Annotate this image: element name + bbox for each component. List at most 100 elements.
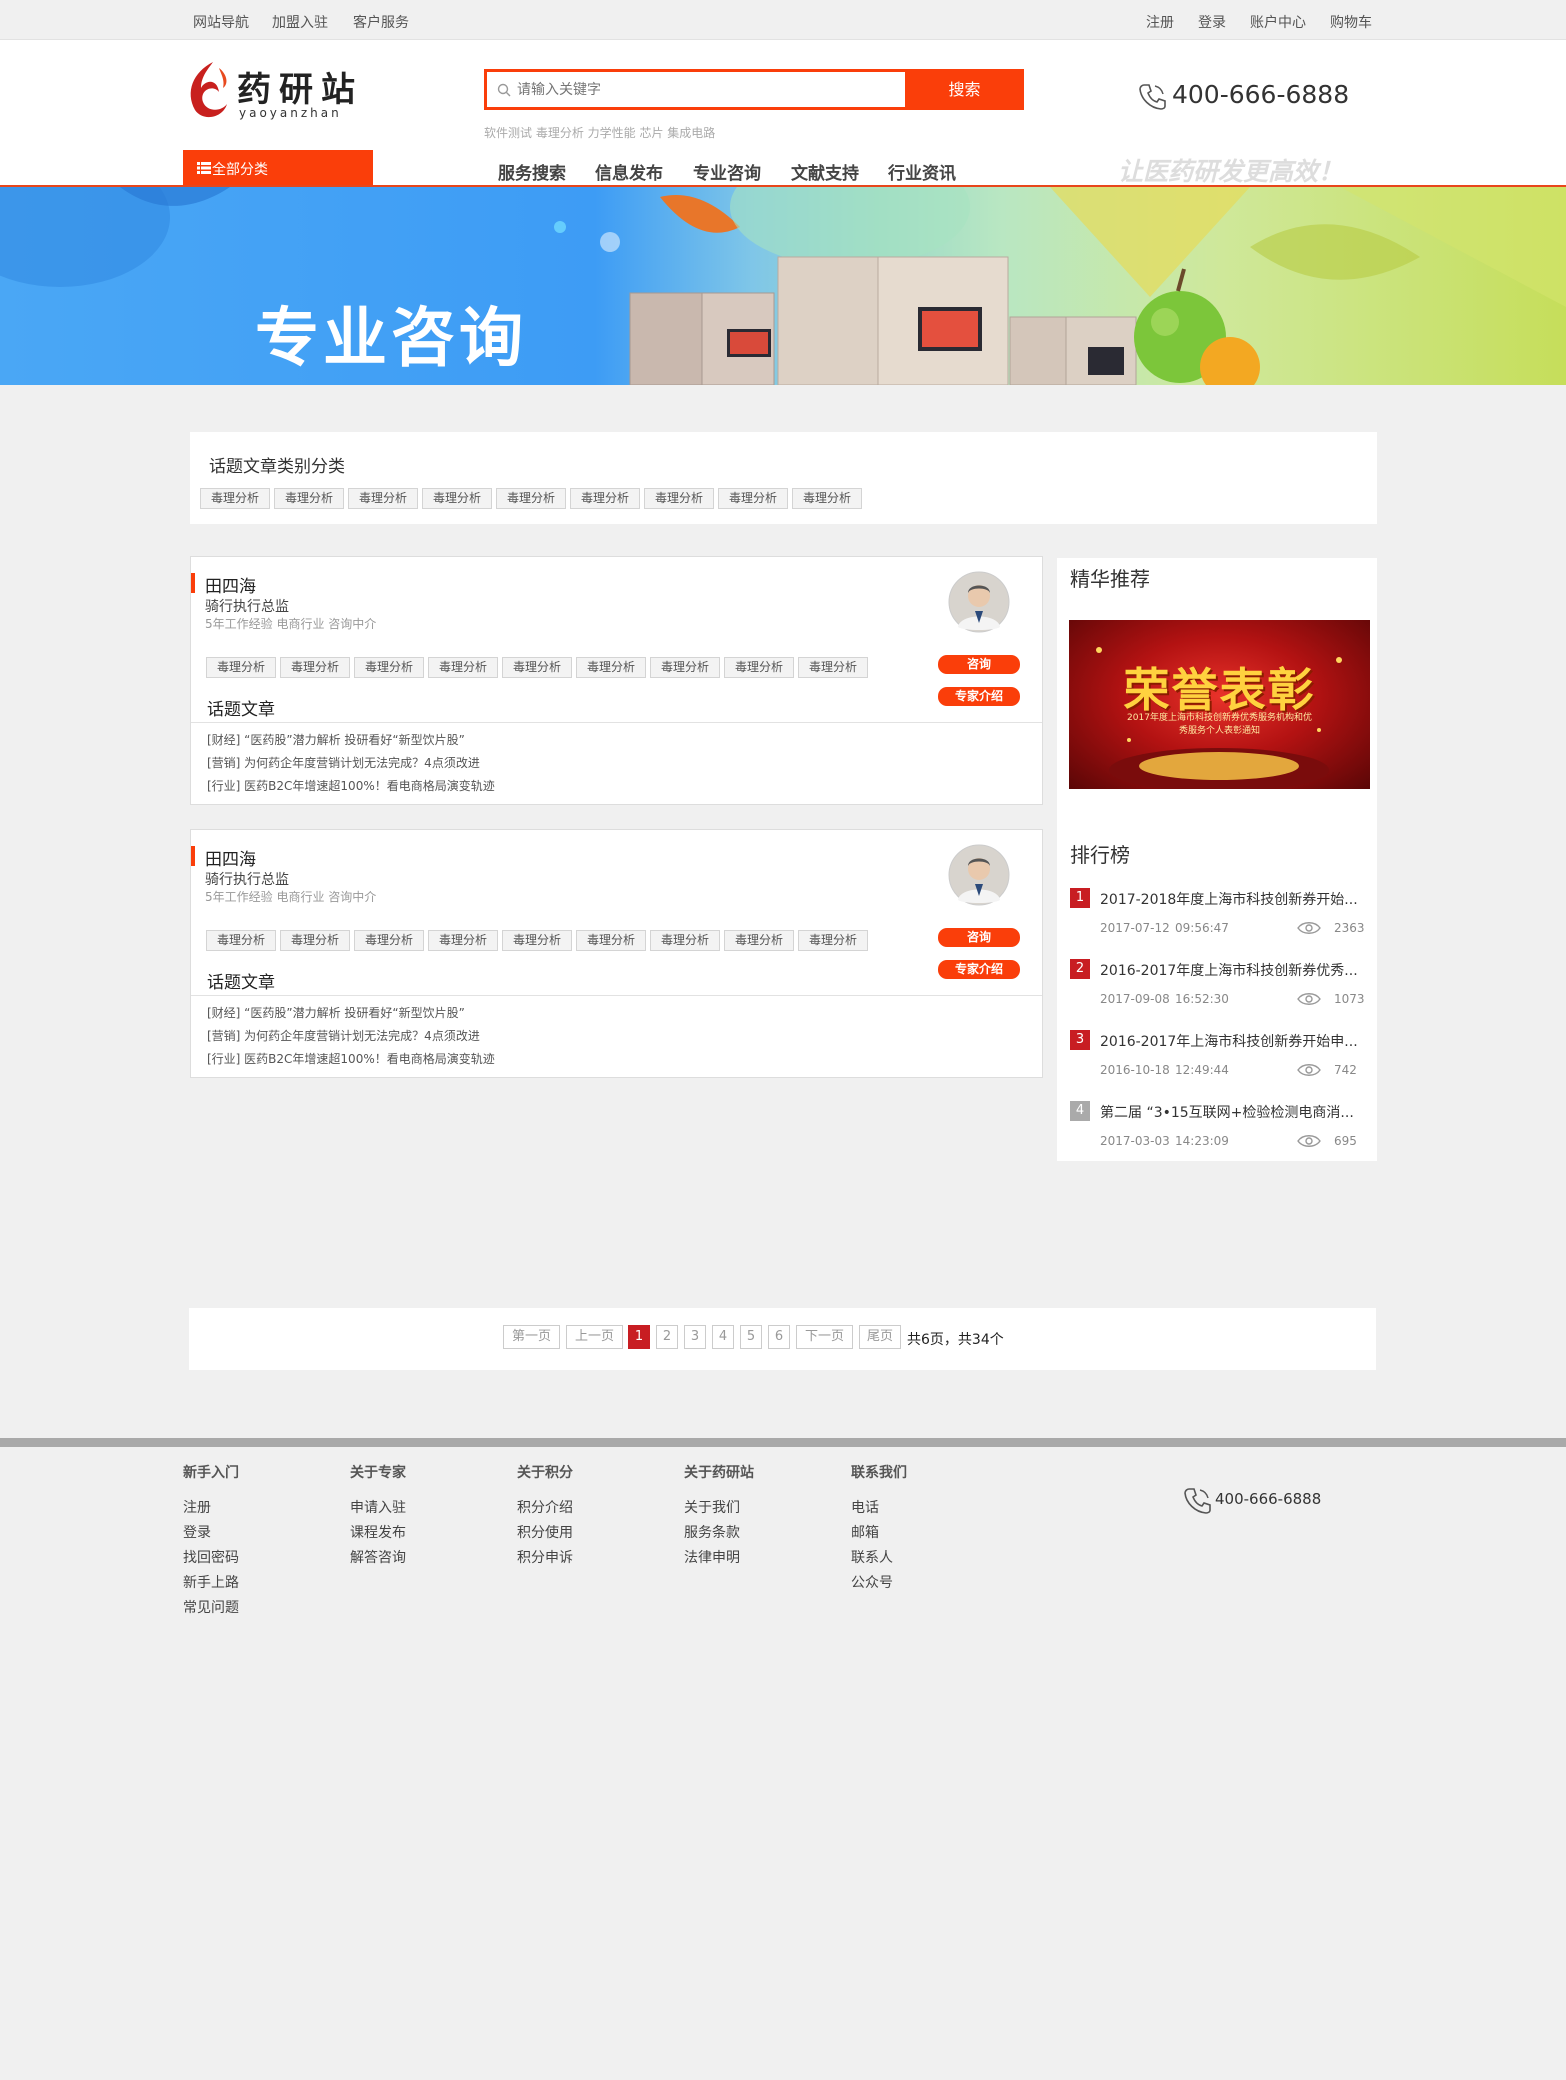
expert-tag[interactable]: 毒理分析	[354, 930, 424, 951]
category-tag[interactable]: 毒理分析	[718, 488, 788, 509]
expert-tag[interactable]: 毒理分析	[354, 657, 424, 678]
footer-link[interactable]: 联系人	[851, 1547, 893, 1567]
footer-link[interactable]: 积分使用	[517, 1522, 573, 1542]
article-link[interactable]: [营销] 为何药企年度营销计划无法完成？4点须改进	[207, 1027, 480, 1044]
all-categories-button[interactable]: 全部分类	[183, 150, 373, 186]
site-nav-link[interactable]: 网站导航	[193, 12, 249, 32]
footer-link[interactable]: 法律申明	[684, 1547, 740, 1567]
category-tag[interactable]: 毒理分析	[200, 488, 270, 509]
footer-link[interactable]: 积分申诉	[517, 1547, 573, 1567]
expert-tag[interactable]: 毒理分析	[724, 657, 794, 678]
ranking-item[interactable]: 2 2016-2017年度上海市科技创新券优秀... 2017-09-08 16:52…	[1057, 959, 1377, 1019]
footer-link[interactable]: 注册	[183, 1497, 211, 1517]
ranking-item[interactable]: 4 第二届 “3•15互联网+检验检测电商消... 2017-03-03 14:23:…	[1057, 1101, 1377, 1161]
expert-tag[interactable]: 毒理分析	[798, 657, 868, 678]
category-tag[interactable]: 毒理分析	[570, 488, 640, 509]
account-center-link[interactable]: 账户中心	[1250, 12, 1306, 32]
expert-intro-button[interactable]: 专家介绍	[938, 960, 1020, 979]
footer-link[interactable]: 积分介绍	[517, 1497, 573, 1517]
article-link[interactable]: [行业] 医药B2C年增速超100%！看电商格局演变轨迹	[207, 1050, 495, 1067]
category-tag[interactable]: 毒理分析	[422, 488, 492, 509]
featured-banner[interactable]: 荣誉表彰 2017年度上海市科技创新券优秀服务机构和优秀服务个人表彰通知	[1069, 620, 1370, 789]
search-button[interactable]: 搜索	[905, 69, 1024, 110]
footer-link[interactable]: 解答咨询	[350, 1547, 406, 1567]
nav-info-publish[interactable]: 信息发布	[595, 159, 663, 184]
expert-avatar[interactable]	[948, 571, 1010, 633]
nav-literature[interactable]: 文献支持	[791, 159, 859, 184]
expert-tag[interactable]: 毒理分析	[650, 657, 720, 678]
footer-link[interactable]: 关于我们	[684, 1497, 740, 1517]
login-link[interactable]: 登录	[1198, 12, 1226, 32]
footer-link[interactable]: 申请入驻	[350, 1497, 406, 1517]
expert-tag[interactable]: 毒理分析	[650, 930, 720, 951]
customer-service-link[interactable]: 客户服务	[353, 12, 409, 32]
expert-tag[interactable]: 毒理分析	[280, 657, 350, 678]
page-number[interactable]: 2	[656, 1325, 678, 1349]
category-tag[interactable]: 毒理分析	[644, 488, 714, 509]
nav-industry-news[interactable]: 行业资讯	[888, 159, 956, 184]
all-categories-label: 全部分类	[212, 162, 268, 178]
article-link[interactable]: [财经] “医药股”潜力解析 投研看好“新型饮片股”	[207, 1004, 465, 1021]
ranking-title-link[interactable]: 第二届 “3•15互联网+检验检测电商消...	[1100, 1102, 1354, 1122]
footer-link[interactable]: 电话	[851, 1497, 879, 1517]
ranking-title-link[interactable]: 2016-2017年度上海市科技创新券优秀...	[1100, 960, 1358, 980]
nav-consulting[interactable]: 专业咨询	[693, 159, 761, 184]
expert-meta: 5年工作经验 电商行业 咨询中介	[205, 617, 377, 631]
footer-link[interactable]: 公众号	[851, 1572, 893, 1592]
search-input[interactable]	[517, 78, 877, 102]
footer-link[interactable]: 新手上路	[183, 1572, 239, 1592]
expert-tag[interactable]: 毒理分析	[798, 930, 868, 951]
footer-link[interactable]: 登录	[183, 1522, 211, 1542]
register-link[interactable]: 注册	[1146, 12, 1174, 32]
expert-avatar[interactable]	[948, 844, 1010, 906]
page-number[interactable]: 3	[684, 1325, 706, 1349]
expert-name[interactable]: 田四海	[205, 572, 256, 597]
nav-service-search[interactable]: 服务搜索	[498, 159, 566, 184]
expert-tag[interactable]: 毒理分析	[502, 657, 572, 678]
expert-tag[interactable]: 毒理分析	[206, 930, 276, 951]
footer-link[interactable]: 邮箱	[851, 1522, 879, 1542]
prev-page-button[interactable]: 上一页	[566, 1325, 623, 1349]
page-number[interactable]: 6	[768, 1325, 790, 1349]
expert-tag[interactable]: 毒理分析	[502, 930, 572, 951]
footer-link[interactable]: 找回密码	[183, 1547, 239, 1567]
ranking-title-link[interactable]: 2017-2018年度上海市科技创新券开始...	[1100, 889, 1358, 909]
expert-name[interactable]: 田四海	[205, 845, 256, 870]
expert-tag[interactable]: 毒理分析	[280, 930, 350, 951]
ranking-time: 14:23:09	[1175, 1134, 1229, 1148]
footer-link[interactable]: 常见问题	[183, 1597, 239, 1617]
first-page-button[interactable]: 第一页	[503, 1325, 560, 1349]
footer-link[interactable]: 课程发布	[350, 1522, 406, 1542]
article-link[interactable]: [营销] 为何药企年度营销计划无法完成？4点须改进	[207, 754, 480, 771]
article-link[interactable]: [财经] “医药股”潜力解析 投研看好“新型饮片股”	[207, 731, 465, 748]
page-number[interactable]: 4	[712, 1325, 734, 1349]
category-tag[interactable]: 毒理分析	[348, 488, 418, 509]
logo[interactable]: 药研站 yaoyanzhan	[183, 58, 383, 120]
ranking-item[interactable]: 3 2016-2017年上海市科技创新券开始申... 2016-10-18 12:49…	[1057, 1030, 1377, 1090]
page-number-active[interactable]: 1	[628, 1325, 650, 1349]
next-page-button[interactable]: 下一页	[796, 1325, 853, 1349]
category-tag[interactable]: 毒理分析	[274, 488, 344, 509]
expert-tag[interactable]: 毒理分析	[206, 657, 276, 678]
last-page-button[interactable]: 尾页	[859, 1325, 901, 1349]
articles-title: 话题文章	[207, 700, 275, 720]
ranking-item[interactable]: 1 2017-2018年度上海市科技创新券开始... 2017-07-12 09:56…	[1057, 888, 1377, 948]
page-number[interactable]: 5	[740, 1325, 762, 1349]
consult-button[interactable]: 咨询	[938, 655, 1020, 674]
consult-button[interactable]: 咨询	[938, 928, 1020, 947]
expert-tag[interactable]: 毒理分析	[428, 930, 498, 951]
footer-link[interactable]: 服务条款	[684, 1522, 740, 1542]
expert-intro-button[interactable]: 专家介绍	[938, 687, 1020, 706]
pagination-summary: 共6页，共34个	[907, 1332, 1004, 1348]
hot-keywords[interactable]: 软件测试 毒理分析 力学性能 芯片 集成电路	[484, 124, 715, 141]
expert-tag[interactable]: 毒理分析	[724, 930, 794, 951]
expert-tag[interactable]: 毒理分析	[576, 930, 646, 951]
cart-link[interactable]: 购物车	[1330, 12, 1372, 32]
expert-tag[interactable]: 毒理分析	[428, 657, 498, 678]
category-tag[interactable]: 毒理分析	[792, 488, 862, 509]
join-link[interactable]: 加盟入驻	[272, 12, 328, 32]
expert-tag[interactable]: 毒理分析	[576, 657, 646, 678]
ranking-title-link[interactable]: 2016-2017年上海市科技创新券开始申...	[1100, 1031, 1358, 1051]
category-tag[interactable]: 毒理分析	[496, 488, 566, 509]
article-link[interactable]: [行业] 医药B2C年增速超100%！看电商格局演变轨迹	[207, 777, 495, 794]
